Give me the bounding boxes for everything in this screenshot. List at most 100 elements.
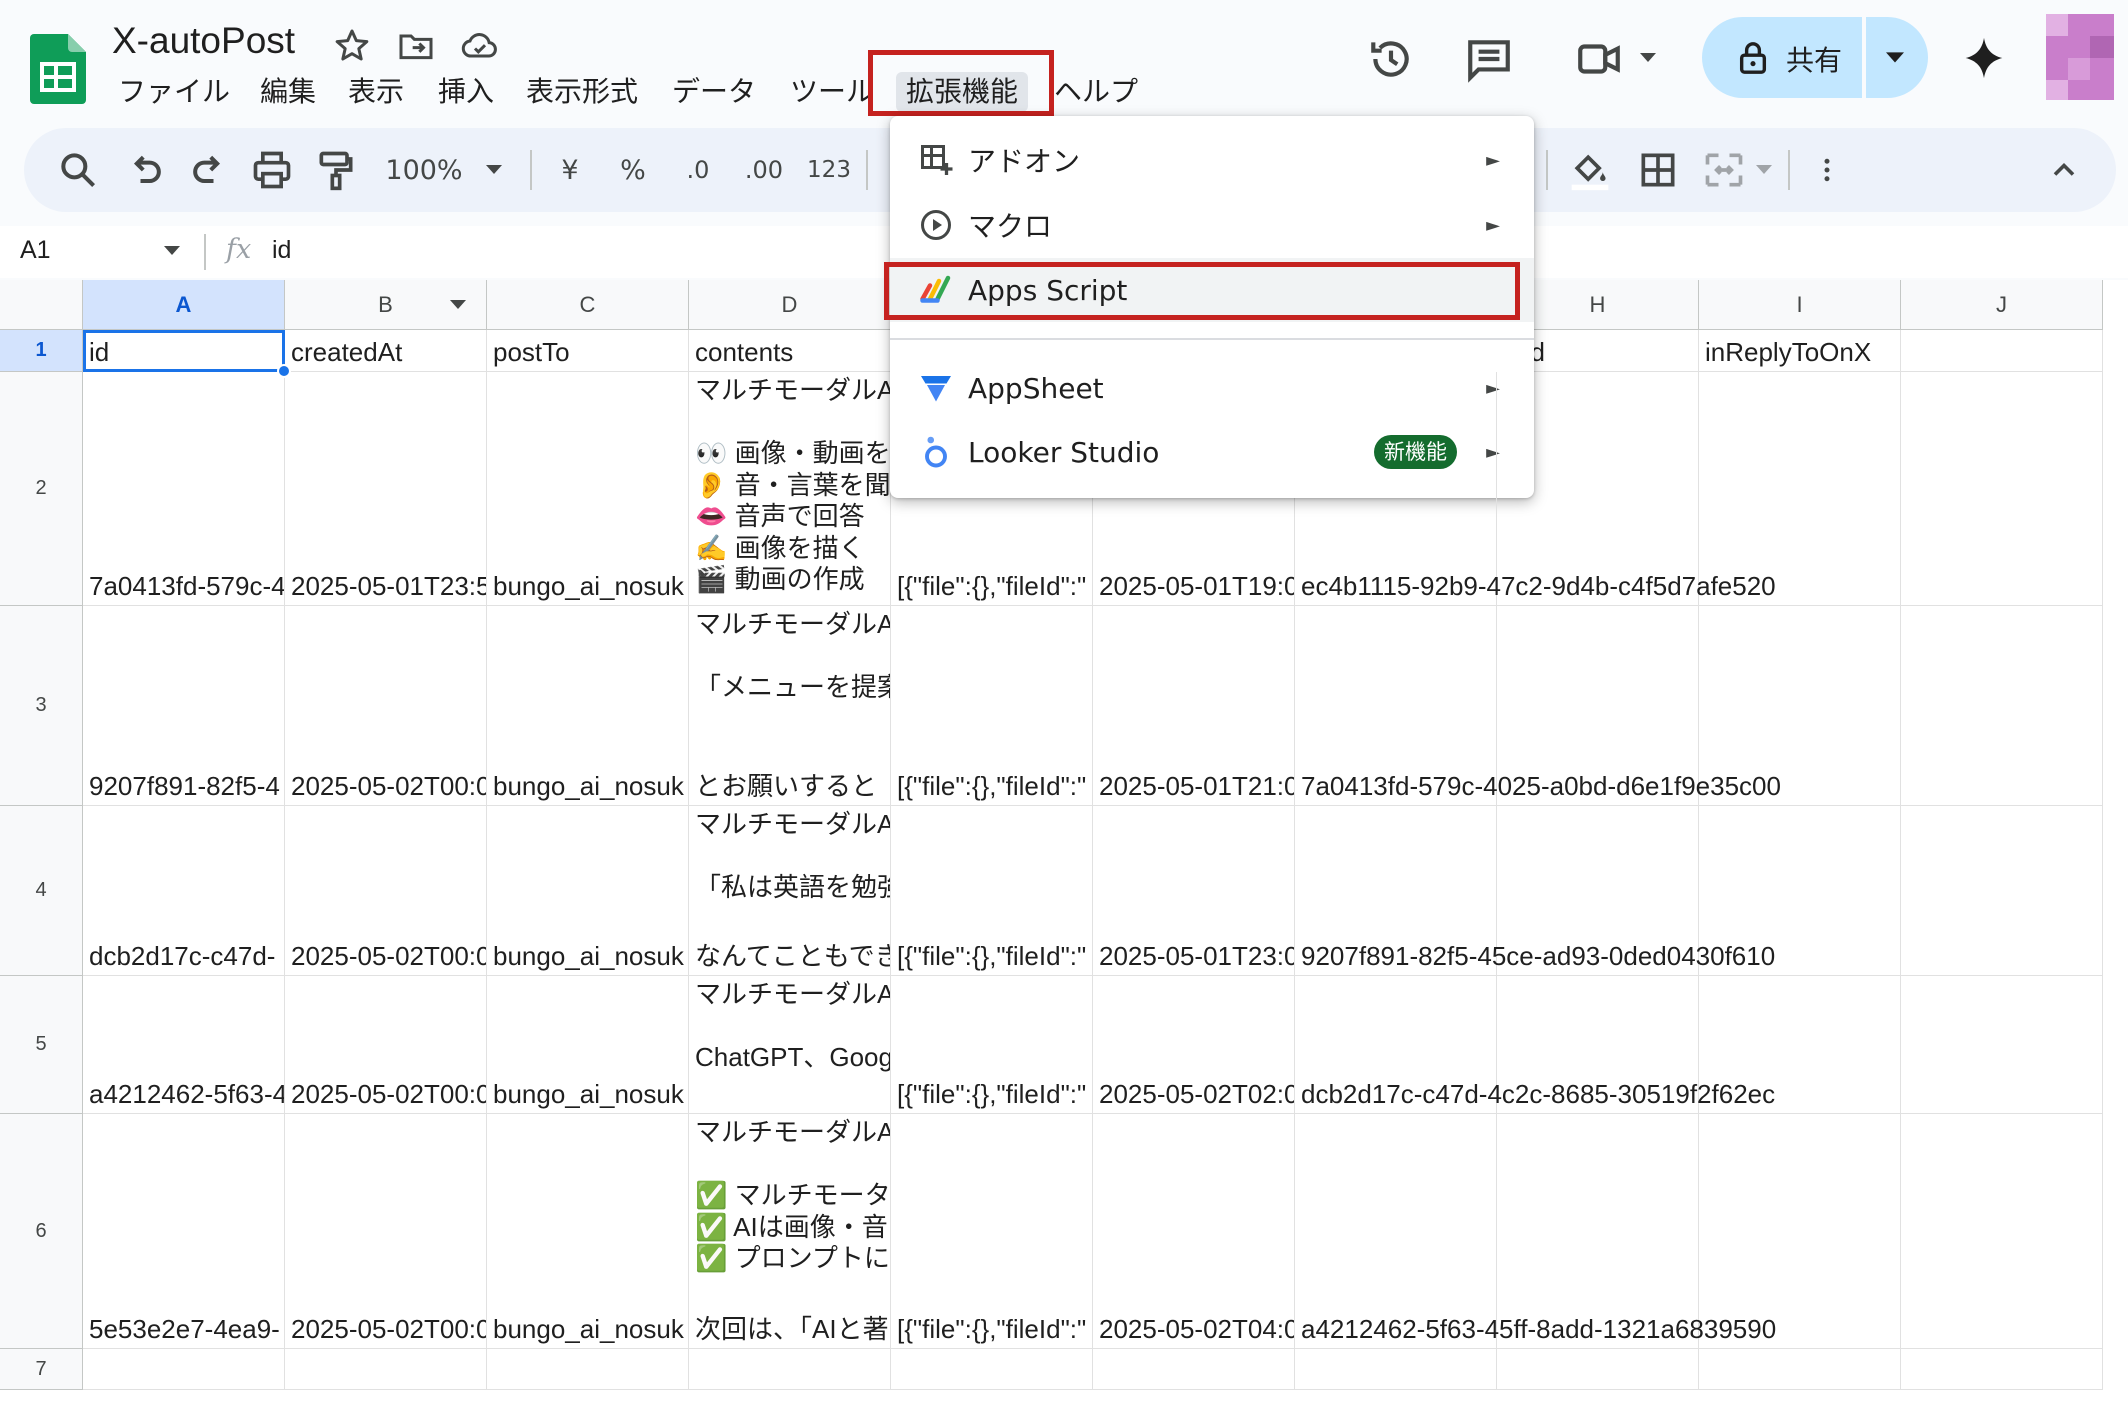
cell-j6[interactable] — [1901, 1114, 2103, 1349]
currency-format-button[interactable]: ¥ — [552, 146, 588, 194]
menu-format[interactable]: 表示形式 — [526, 72, 638, 112]
cell-j4[interactable] — [1901, 806, 2103, 976]
row-header-6[interactable]: 6 — [0, 1114, 83, 1349]
cell-c6[interactable]: bungo_ai_nosuk — [487, 1114, 689, 1349]
cell-e5[interactable]: [{"file":{},"fileId":" — [891, 976, 1093, 1114]
sheets-logo-icon[interactable] — [30, 34, 86, 104]
collapse-menus-icon[interactable] — [2046, 146, 2082, 194]
cell-d7[interactable] — [689, 1349, 891, 1390]
cell-i1[interactable]: inReplyToOnX — [1699, 330, 1901, 372]
cell-b5[interactable]: 2025-05-02T00:0 — [285, 976, 487, 1114]
cell-g4[interactable]: 9207f891-82f5-45ce-ad93-0ded0430f610 — [1295, 806, 1775, 976]
menu-edit[interactable]: 編集 — [260, 72, 316, 112]
cell-g2[interactable]: ec4b1115-92b9-47c2-9d4b-c4f5d7afe520 — [1295, 372, 1776, 606]
meet-chevron-down-icon[interactable] — [1640, 52, 1656, 64]
cell-b6[interactable]: 2025-05-02T00:0 — [285, 1114, 487, 1349]
menu-data[interactable]: データ — [672, 72, 756, 112]
cell-c1[interactable]: postTo — [487, 330, 689, 372]
merge-cells-icon[interactable] — [1702, 146, 1746, 194]
redo-icon[interactable] — [186, 146, 230, 194]
row-header-3[interactable]: 3 — [0, 606, 83, 806]
gemini-sparkle-icon[interactable] — [1962, 34, 2006, 82]
column-header-d[interactable]: D — [689, 280, 891, 330]
account-avatar[interactable] — [2046, 14, 2114, 100]
column-b-chevron-down-icon[interactable] — [450, 300, 466, 309]
cell-a5[interactable]: a4212462-5f63-4 — [83, 976, 285, 1114]
version-history-icon[interactable] — [1366, 34, 1416, 84]
paint-format-icon[interactable] — [314, 146, 358, 194]
cell-a6[interactable]: 5e53e2e7-4ea9- — [83, 1114, 285, 1349]
row-header-7[interactable]: 7 — [0, 1349, 83, 1390]
cell-f6[interactable]: 2025-05-02T04:0 — [1093, 1114, 1295, 1349]
cell-c3[interactable]: bungo_ai_nosuk — [487, 606, 689, 806]
cell-f3[interactable]: 2025-05-01T21:0 — [1093, 606, 1295, 806]
cell-g6[interactable]: a4212462-5f63-45ff-8add-1321a6839590 — [1295, 1114, 1776, 1349]
share-button[interactable]: 共有 — [1702, 17, 1928, 98]
cell-a4[interactable]: dcb2d17c-c47d- — [83, 806, 285, 976]
search-menus-icon[interactable] — [56, 146, 100, 194]
number-format-button[interactable]: 123 — [806, 146, 852, 194]
cell-f7[interactable] — [1093, 1349, 1295, 1390]
select-all-corner[interactable] — [0, 280, 83, 330]
column-header-c[interactable]: C — [487, 280, 689, 330]
cell-d1[interactable]: contents — [689, 330, 891, 372]
undo-icon[interactable] — [124, 146, 168, 194]
cell-f4[interactable]: 2025-05-01T23:0 — [1093, 806, 1295, 976]
cell-c5[interactable]: bungo_ai_nosuk — [487, 976, 689, 1114]
cell-b4[interactable]: 2025-05-02T00:0 — [285, 806, 487, 976]
cell-c2[interactable]: bungo_ai_nosuk — [487, 372, 689, 606]
cell-f5[interactable]: 2025-05-02T02:0 — [1093, 976, 1295, 1114]
cell-h7[interactable] — [1497, 1349, 1699, 1390]
column-header-j[interactable]: J — [1901, 280, 2103, 330]
cell-g7[interactable] — [1295, 1349, 1497, 1390]
merge-chevron-down-icon[interactable] — [1756, 165, 1772, 175]
cell-e4[interactable]: [{"file":{},"fileId":" — [891, 806, 1093, 976]
row-header-1[interactable]: 1 — [0, 330, 83, 372]
print-icon[interactable] — [250, 146, 294, 194]
name-box[interactable]: A1 — [20, 236, 51, 265]
cell-i7[interactable] — [1699, 1349, 1901, 1390]
menu-insert[interactable]: 挿入 — [438, 72, 494, 112]
cell-c7[interactable] — [487, 1349, 689, 1390]
cloud-saved-icon[interactable] — [460, 26, 500, 66]
cell-d5[interactable]: マルチモーダルA ChatGPT、Goog — [689, 976, 891, 1114]
increase-decimal-button[interactable]: .00 — [740, 146, 788, 194]
zoom-chevron-down-icon[interactable] — [486, 165, 502, 175]
cell-j2[interactable] — [1901, 372, 2103, 606]
row-header-2[interactable]: 2 — [0, 372, 83, 606]
cell-j3[interactable] — [1901, 606, 2103, 806]
menu-view[interactable]: 表示 — [348, 72, 404, 112]
cell-b3[interactable]: 2025-05-02T00:0 — [285, 606, 487, 806]
star-icon[interactable] — [332, 26, 372, 66]
percent-format-button[interactable]: % — [614, 146, 652, 194]
cell-g3[interactable]: 7a0413fd-579c-4025-a0bd-d6e1f9e35c00 — [1295, 606, 1781, 806]
menu-tools[interactable]: ツール — [790, 72, 874, 112]
more-options-icon[interactable] — [1812, 146, 1842, 194]
column-header-i[interactable]: I — [1699, 280, 1901, 330]
meet-video-icon[interactable] — [1574, 34, 1624, 84]
menu-file[interactable]: ファイル — [118, 72, 230, 112]
row-header-4[interactable]: 4 — [0, 806, 83, 976]
cell-b7[interactable] — [285, 1349, 487, 1390]
menu-item-addons[interactable]: アドオン ► — [890, 128, 1534, 192]
menu-item-macros[interactable]: マクロ ► — [890, 193, 1534, 257]
cell-d6[interactable]: マルチモーダルA ✅ マルチモータ ✅ AIは画像・音 ✅ プロンプトに 次回は、「AI… — [689, 1114, 891, 1349]
fill-handle[interactable] — [277, 364, 291, 378]
cell-a7[interactable] — [83, 1349, 285, 1390]
row-header-5[interactable]: 5 — [0, 976, 83, 1114]
cell-c4[interactable]: bungo_ai_nosuk — [487, 806, 689, 976]
move-folder-icon[interactable] — [396, 26, 436, 66]
share-options-chevron-icon[interactable] — [1886, 52, 1904, 64]
menu-help[interactable]: ヘルプ — [1054, 72, 1138, 112]
comments-icon[interactable] — [1464, 34, 1514, 84]
formula-input[interactable]: id — [272, 236, 291, 265]
name-box-chevron-down-icon[interactable] — [164, 246, 180, 256]
cell-b1[interactable]: createdAt — [285, 330, 487, 372]
cell-j1[interactable] — [1901, 330, 2103, 372]
cell-j7[interactable] — [1901, 1349, 2103, 1390]
cell-b2[interactable]: 2025-05-01T23:5 — [285, 372, 487, 606]
cell-a2[interactable]: 7a0413fd-579c-4 — [83, 372, 285, 606]
column-header-a[interactable]: A — [83, 280, 285, 330]
cell-e7[interactable] — [891, 1349, 1093, 1390]
decrease-decimal-button[interactable]: .0 — [676, 146, 720, 194]
